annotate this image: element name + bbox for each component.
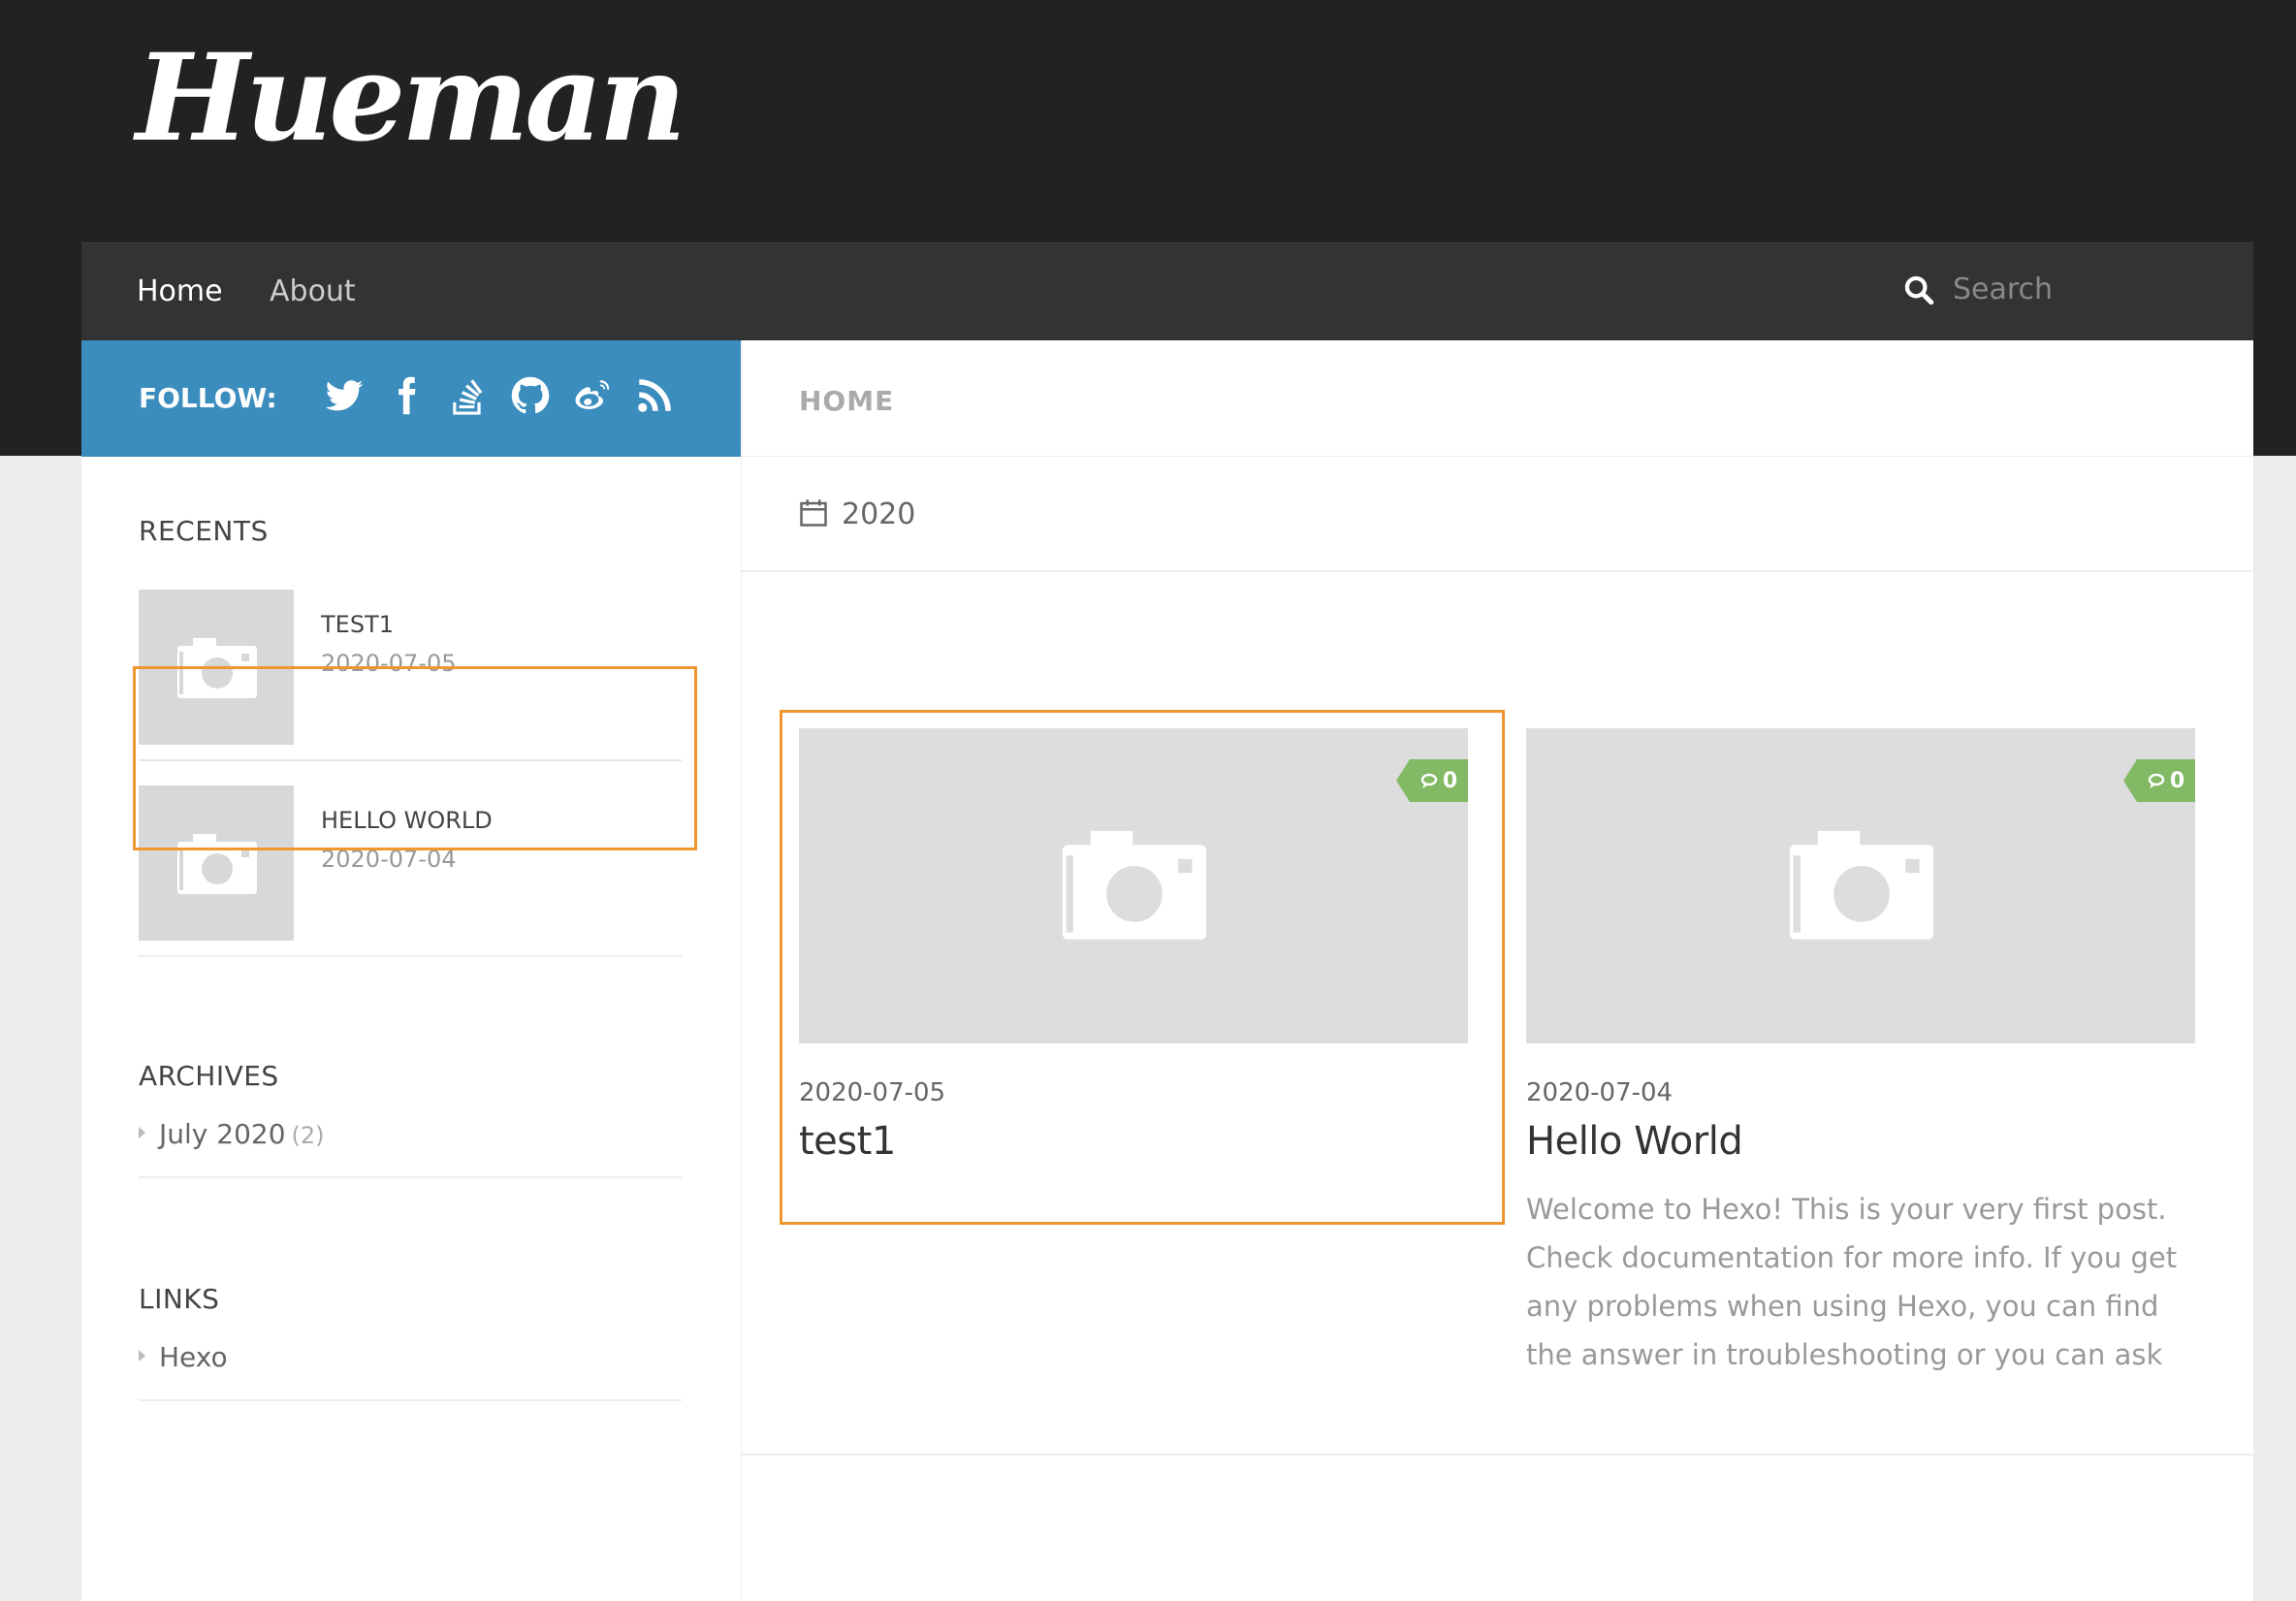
calendar-icon <box>800 499 827 527</box>
recents-title: RECENTS <box>139 515 269 547</box>
camera-icon <box>177 834 257 894</box>
archive-item-july-2020[interactable]: July 2020 (2) <box>139 1118 682 1178</box>
main-nav: Home About <box>81 242 2253 340</box>
social-links <box>324 373 675 420</box>
stackoverflow-icon[interactable] <box>448 373 489 420</box>
links-title: LINKS <box>139 1283 220 1315</box>
comment-count: 0 <box>1442 768 1458 793</box>
comment-count: 0 <box>2169 768 2185 793</box>
page-title: HOME <box>799 385 895 417</box>
archive-year: 2020 <box>842 497 916 531</box>
archives-title: ARCHIVES <box>139 1060 279 1092</box>
content-area: HOME 2020 0 2020-07-05 test1 0 2020-07-0… <box>741 340 2254 1601</box>
post-card-hello-world: 0 2020-07-04 Hello World Welcome to Hexo… <box>1526 728 2195 1379</box>
recent-thumbnail[interactable] <box>139 590 294 745</box>
archive-label[interactable]: July 2020 <box>159 1118 286 1150</box>
recent-title[interactable]: TEST1 <box>321 611 394 638</box>
post-card-test1: 0 2020-07-05 test1 <box>799 728 1468 1164</box>
main-container: FOLLOW: RECENTS TEST1 2020-07-05 HELLO W… <box>81 340 2254 1601</box>
weibo-icon[interactable] <box>572 373 613 420</box>
post-thumbnail[interactable]: 0 <box>1526 728 2195 1043</box>
camera-icon <box>177 638 257 698</box>
link-item-hexo[interactable]: Hexo <box>139 1341 682 1401</box>
comment-badge[interactable]: 0 <box>2123 759 2195 802</box>
comment-badge[interactable]: 0 <box>1396 759 1468 802</box>
recent-date: 2020-07-04 <box>321 846 457 873</box>
recent-date: 2020-07-05 <box>321 650 457 677</box>
page-wrapper: Home About FOLLOW: RECENTS <box>81 242 2254 1601</box>
search-input[interactable] <box>1953 272 2098 306</box>
recent-title[interactable]: HELLO WORLD <box>321 807 493 834</box>
post-title[interactable]: Hello World <box>1526 1119 2195 1164</box>
post-excerpt: Welcome to Hexo! This is your very first… <box>1526 1193 2178 1371</box>
search-icon[interactable] <box>1902 273 1935 306</box>
content-divider <box>742 1454 2254 1456</box>
camera-icon <box>1062 830 1207 940</box>
archive-header: 2020 <box>742 457 2253 572</box>
recent-item-test1[interactable]: TEST1 2020-07-05 <box>139 590 682 761</box>
link-label[interactable]: Hexo <box>159 1341 228 1373</box>
page-header: HOME <box>742 340 2253 457</box>
comments-icon <box>1420 773 1438 788</box>
sidebar: FOLLOW: RECENTS TEST1 2020-07-05 HELLO W… <box>81 340 741 1601</box>
archive-count: (2) <box>291 1122 325 1149</box>
recent-item-hello-world[interactable]: HELLO WORLD 2020-07-04 <box>139 785 682 957</box>
github-icon[interactable] <box>510 373 551 420</box>
post-title[interactable]: test1 <box>799 1119 1468 1164</box>
rss-icon[interactable] <box>634 373 675 420</box>
nav-about[interactable]: About <box>270 274 356 308</box>
post-thumbnail[interactable]: 0 <box>799 728 1468 1043</box>
twitter-icon[interactable] <box>324 373 365 420</box>
search-box <box>1902 272 2098 306</box>
follow-bar: FOLLOW: <box>81 340 741 457</box>
comments-icon <box>2148 773 2165 788</box>
facebook-icon[interactable] <box>386 373 427 420</box>
caret-right-icon <box>139 1350 145 1361</box>
recent-thumbnail[interactable] <box>139 785 294 941</box>
caret-right-icon <box>139 1127 145 1138</box>
camera-icon <box>1789 830 1934 940</box>
post-date: 2020-07-05 <box>799 1078 946 1107</box>
site-logo[interactable]: Hueman <box>136 39 686 159</box>
nav-home[interactable]: Home <box>137 274 223 308</box>
post-date: 2020-07-04 <box>1526 1078 1674 1107</box>
follow-label: FOLLOW: <box>139 382 277 414</box>
